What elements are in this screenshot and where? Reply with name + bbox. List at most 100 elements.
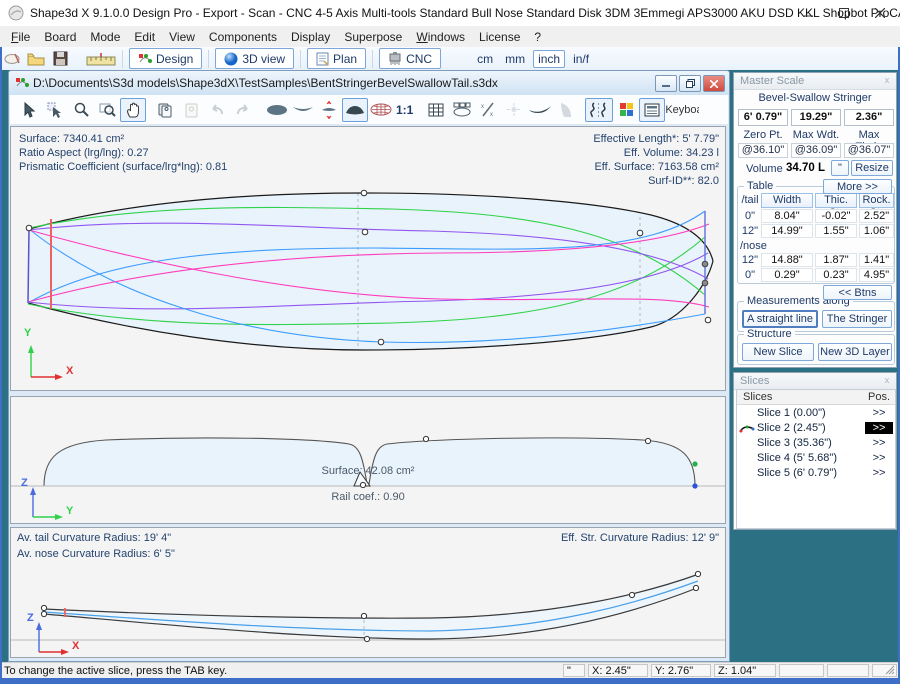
fin-icon[interactable] — [553, 98, 579, 122]
slices-panel-header[interactable]: Slices x — [734, 373, 896, 390]
color-design-icon[interactable] — [613, 98, 639, 122]
slice-row-pos[interactable]: >> — [865, 467, 893, 479]
max-wdt-pos[interactable]: @36.09" — [791, 143, 841, 158]
slice-row-pos[interactable]: >> — [865, 422, 893, 434]
minimize-button[interactable] — [790, 0, 826, 26]
slice-view-canvas[interactable] — [11, 397, 725, 523]
slice-row-label[interactable]: Slice 1 (0.00") — [757, 407, 826, 419]
save-icon[interactable] — [48, 50, 72, 68]
doc-close-button[interactable] — [703, 75, 725, 92]
table-cell[interactable]: 0.29" — [761, 268, 813, 282]
doc-restore-button[interactable] — [679, 75, 701, 92]
table-cell[interactable]: 1.41" — [859, 253, 894, 267]
doc-minimize-button[interactable] — [655, 75, 677, 92]
menu-windows[interactable]: Windows — [409, 28, 472, 46]
table-cell[interactable]: -0.02" — [815, 209, 857, 223]
open-file-icon[interactable] — [24, 50, 48, 68]
menu-license[interactable]: License — [472, 28, 527, 46]
table-cell[interactable]: 4.95" — [859, 268, 894, 282]
slice-list-icon[interactable] — [449, 98, 475, 122]
unit-inf[interactable]: in/f — [569, 51, 593, 67]
table-cell[interactable]: 14.99" — [761, 224, 813, 238]
table-cell[interactable]: 2.52" — [859, 209, 894, 223]
unit-cm[interactable]: cm — [473, 51, 497, 67]
slice-row-label[interactable]: Slice 4 (5' 5.68") — [757, 452, 837, 464]
width-col-header[interactable]: Width — [761, 193, 813, 208]
slice-row-selected[interactable]: Slice 2 (2.45") >> — [737, 421, 895, 435]
menu-components[interactable]: Components — [202, 28, 284, 46]
slice-row[interactable]: Slice 4 (5' 5.68") >> — [737, 451, 895, 465]
slice-row-pos[interactable]: >> — [865, 407, 893, 419]
new-3d-layer-button[interactable]: New 3D Layer — [818, 343, 892, 361]
length-value[interactable]: 6' 0.79" — [738, 109, 788, 126]
rocker-col-header[interactable]: Rock. Str — [859, 193, 894, 208]
status-grip-cell[interactable] — [872, 664, 897, 677]
pan-hand-icon[interactable] — [120, 98, 146, 122]
unit-inch[interactable]: inch — [533, 50, 565, 68]
3d-view-button[interactable]: 3D view — [215, 48, 294, 69]
unit-toggle-button[interactable]: " — [831, 160, 849, 176]
slice-row-pos[interactable]: >> — [865, 452, 893, 464]
master-scale-close-icon[interactable]: x — [881, 75, 893, 86]
redo-icon[interactable] — [230, 98, 256, 122]
plan-view-panel[interactable]: Y X Surface: 7340.41 cm² Ratio Aspect (l… — [10, 126, 726, 391]
slice-view-icon[interactable] — [316, 98, 342, 122]
table-cell[interactable]: 8.04" — [761, 209, 813, 223]
cnc-mode-button[interactable]: CNC — [379, 48, 441, 69]
table-cell[interactable]: 1.55" — [815, 224, 857, 238]
keyboard-label[interactable]: Keyboard — [665, 104, 699, 116]
btns-button[interactable]: << Btns — [823, 285, 892, 300]
panel-toggle-icon[interactable] — [639, 98, 665, 122]
slice-row-pos[interactable]: >> — [865, 437, 893, 449]
undo-icon[interactable] — [204, 98, 230, 122]
max-thck-pos[interactable]: @36.07" — [844, 143, 894, 158]
wireframe-view-icon[interactable] — [368, 98, 394, 122]
profile-icon[interactable] — [527, 98, 553, 122]
curvature-icon[interactable] — [585, 98, 613, 122]
slice-row-label[interactable]: Slice 5 (6' 0.79") — [757, 467, 837, 479]
menu-view[interactable]: View — [162, 28, 202, 46]
zoom-icon[interactable] — [68, 98, 94, 122]
center-lines-icon[interactable] — [501, 98, 527, 122]
slices-panel-close-icon[interactable]: x — [881, 375, 893, 386]
copy-icon[interactable] — [152, 98, 178, 122]
table-cell[interactable]: 14.88" — [761, 253, 813, 267]
more-button[interactable]: More >> — [823, 179, 892, 194]
table-cell[interactable]: 1.87" — [815, 253, 857, 267]
select-arrow-icon[interactable] — [16, 98, 42, 122]
menu-edit[interactable]: Edit — [127, 28, 162, 46]
slice-row[interactable]: Slice 5 (6' 0.79") >> — [737, 466, 895, 480]
paste-icon[interactable] — [178, 98, 204, 122]
scale-1-1-label[interactable]: 1:1 — [394, 103, 415, 117]
menu-help[interactable]: ? — [527, 28, 548, 46]
menu-superpose[interactable]: Superpose — [337, 28, 409, 46]
slice-row[interactable]: Slice 1 (0.00") >> — [737, 406, 895, 420]
master-scale-header[interactable]: Master Scale x — [734, 73, 896, 90]
maximize-button[interactable] — [826, 0, 862, 26]
new-slice-button[interactable]: New Slice — [742, 343, 814, 361]
slice-view-panel[interactable]: Z Y Surface: 42.08 cm² Rail coef.: 0.90 — [10, 396, 726, 524]
menu-mode[interactable]: Mode — [83, 28, 127, 46]
shaded-view-icon[interactable] — [342, 98, 368, 122]
grid-icon[interactable] — [423, 98, 449, 122]
document-title-bar[interactable]: D:\Documents\S3d models\Shape3dX\TestSam… — [9, 71, 729, 95]
close-button[interactable] — [862, 0, 898, 26]
plan-mode-button[interactable]: Plan — [307, 48, 366, 69]
slice-row-label[interactable]: Slice 3 (35.36") — [757, 437, 832, 449]
thickness-col-header[interactable]: Thic. Str — [815, 193, 857, 208]
rocker-view-panel[interactable]: Z X Av. tail Curvature Radius: 19' 4" Av… — [10, 527, 726, 658]
thickness-value[interactable]: 2.36" — [844, 109, 894, 126]
zoom-window-icon[interactable] — [94, 98, 120, 122]
width-value[interactable]: 19.29" — [791, 109, 841, 126]
guidelines-icon[interactable]: xx — [475, 98, 501, 122]
new-board-icon[interactable] — [0, 50, 24, 68]
table-cell[interactable]: 1.06" — [859, 224, 894, 238]
outline-view-icon[interactable] — [264, 98, 290, 122]
straight-line-button[interactable]: A straight line — [742, 310, 818, 328]
zero-pt-pos[interactable]: @36.10" — [738, 143, 788, 158]
slice-row-label[interactable]: Slice 2 (2.45") — [757, 422, 826, 434]
resize-button[interactable]: Resize — [851, 160, 893, 176]
unit-mm[interactable]: mm — [501, 51, 529, 67]
design-mode-button[interactable]: Design — [129, 48, 202, 69]
menu-board[interactable]: Board — [37, 28, 83, 46]
